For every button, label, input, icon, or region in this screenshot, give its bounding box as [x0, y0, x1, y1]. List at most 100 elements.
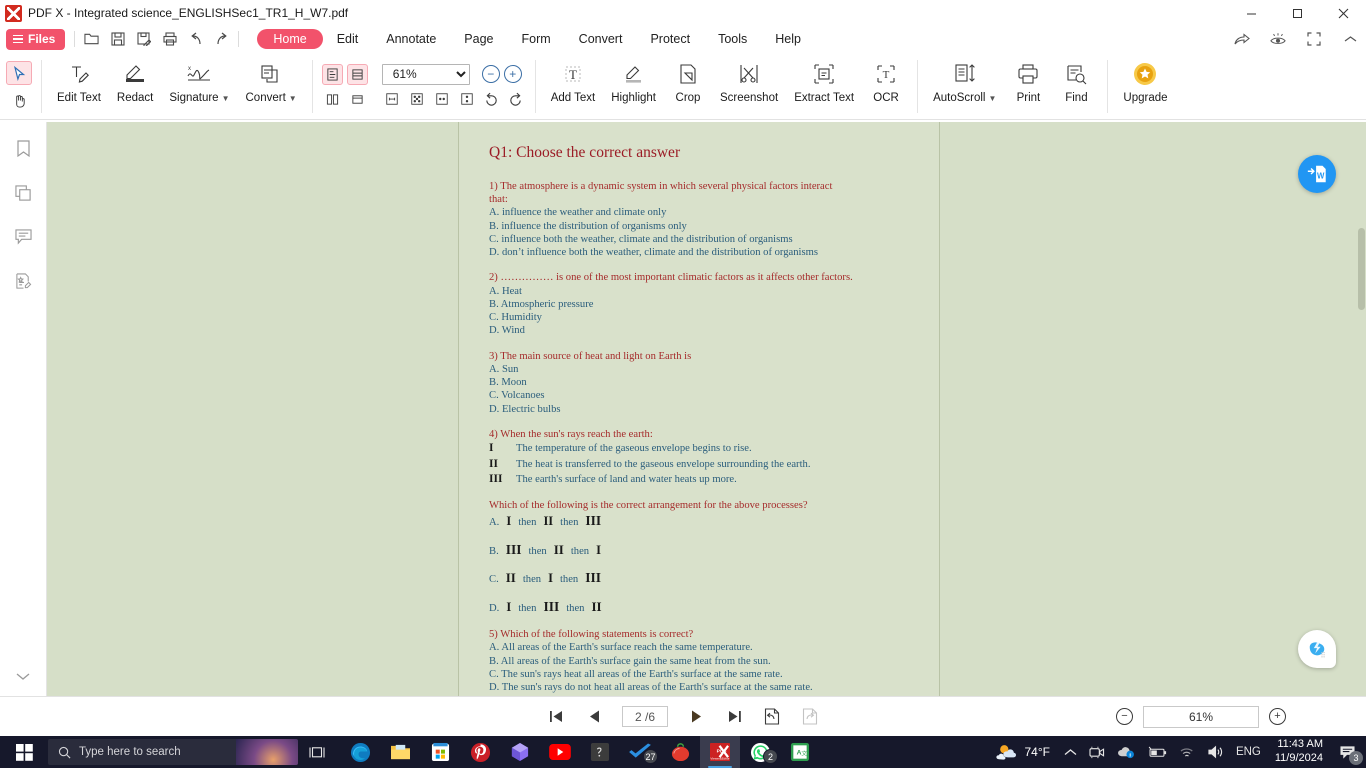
file-explorer-icon[interactable] [380, 736, 420, 768]
upgrade-button[interactable]: Upgrade [1115, 54, 1175, 119]
unknown-app-icon[interactable] [580, 736, 620, 768]
meet-now-icon[interactable] [1083, 736, 1111, 768]
open-icon[interactable] [84, 32, 99, 47]
menu-tools[interactable]: Tools [704, 29, 761, 49]
pomodoro-icon[interactable] [660, 736, 700, 768]
actual-size-icon[interactable] [432, 89, 453, 110]
menu-convert[interactable]: Convert [565, 29, 637, 49]
bookmarks-icon[interactable] [12, 138, 34, 160]
whatsapp-icon[interactable]: 2 [740, 736, 780, 768]
crop-button[interactable]: Crop [664, 54, 712, 119]
maximize-button[interactable] [1274, 0, 1320, 26]
menu-help[interactable]: Help [761, 29, 815, 49]
save-as-icon[interactable] [136, 32, 151, 47]
zoom-in-button-bottom[interactable]: + [1269, 708, 1286, 725]
expand-sidebar-icon[interactable] [16, 668, 30, 686]
single-page-icon[interactable] [321, 63, 343, 85]
edit-text-button[interactable]: Edit Text [49, 54, 109, 119]
page-thumbnails-icon[interactable] [12, 182, 34, 204]
fit-visible-icon[interactable] [457, 89, 478, 110]
battery-icon[interactable] [1141, 736, 1173, 768]
find-button[interactable]: Find [1052, 54, 1100, 119]
copilot-icon[interactable] [500, 736, 540, 768]
pdf-x-icon[interactable]: PDF Viewer&Editor [700, 736, 740, 768]
rotate-cw-icon[interactable] [482, 89, 502, 109]
add-text-button[interactable]: T Add Text [543, 54, 604, 119]
fit-width-icon[interactable] [407, 89, 428, 110]
print-button[interactable]: Print [1004, 54, 1052, 119]
language-indicator[interactable]: ENG [1230, 736, 1267, 768]
zoom-select[interactable]: 61% [381, 63, 470, 85]
print-icon[interactable] [162, 32, 177, 47]
menu-edit[interactable]: Edit [323, 29, 373, 49]
convert-to-word-fab[interactable]: W [1298, 155, 1336, 193]
redo-icon[interactable] [214, 32, 229, 47]
zoom-level-input[interactable]: 61% [1143, 705, 1259, 728]
dictionary-icon[interactable]: A文 [780, 736, 820, 768]
comments-icon[interactable] [12, 226, 34, 248]
clock[interactable]: 11:43 AM 11/9/2024 [1267, 738, 1331, 766]
highlight-button[interactable]: Highlight [603, 54, 664, 119]
todoist-icon[interactable]: 27 [620, 736, 660, 768]
undo-icon[interactable] [188, 32, 203, 47]
hand-pan-icon[interactable] [6, 88, 32, 112]
show-hidden-icons-icon[interactable] [1058, 736, 1083, 768]
navigate-forward-icon[interactable] [800, 707, 820, 727]
cursor-select-icon[interactable] [6, 61, 32, 85]
continuous-scroll-icon[interactable] [346, 63, 368, 85]
fit-page-icon[interactable] [382, 89, 403, 110]
collapse-ribbon-icon[interactable] [1342, 31, 1358, 47]
search-input[interactable]: Type here to search [48, 739, 298, 765]
notifications-button[interactable]: 3 [1331, 736, 1364, 768]
extract-text-button[interactable]: Extract Text [786, 54, 862, 119]
autoscroll-button[interactable]: AutoScroll ▼ [925, 54, 1004, 119]
fullscreen-icon[interactable] [1306, 31, 1322, 47]
menu-annotate[interactable]: Annotate [372, 29, 450, 49]
menu-home[interactable]: Home [257, 29, 323, 49]
first-page-icon[interactable] [546, 707, 566, 727]
signature-button[interactable]: x Signature ▼ [161, 54, 237, 119]
edge-icon[interactable] [340, 736, 380, 768]
weather-widget[interactable]: 74°F [988, 743, 1057, 761]
volume-icon[interactable] [1201, 736, 1230, 768]
menu-page[interactable]: Page [450, 29, 507, 49]
scrollbar-thumb[interactable] [1358, 228, 1365, 310]
notifications-badge: 3 [1349, 751, 1363, 765]
minimize-button[interactable] [1228, 0, 1274, 26]
navigate-back-icon[interactable] [762, 707, 782, 727]
last-page-icon[interactable] [724, 707, 744, 727]
ai-assistant-fab[interactable] [1298, 630, 1336, 668]
files-button[interactable]: Files [6, 28, 66, 50]
vertical-scrollbar[interactable] [1357, 122, 1366, 696]
microsoft-store-icon[interactable] [420, 736, 460, 768]
ocr-button[interactable]: T OCR [862, 54, 910, 119]
option-a-seq-3: III [585, 512, 602, 528]
rotate-ccw-icon[interactable] [506, 89, 526, 109]
close-button[interactable] [1320, 0, 1366, 26]
windows-start-icon[interactable] [0, 736, 48, 768]
read-mode-icon[interactable] [1270, 31, 1286, 47]
screenshot-button[interactable]: Screenshot [712, 54, 786, 119]
wifi-icon[interactable] [1173, 736, 1201, 768]
previous-page-icon[interactable] [584, 707, 604, 727]
two-page-icon[interactable] [322, 89, 343, 110]
next-page-icon[interactable] [686, 707, 706, 727]
zoom-in-button[interactable]: + [503, 65, 522, 83]
pinterest-icon[interactable] [460, 736, 500, 768]
zoom-out-button[interactable]: − [481, 65, 500, 83]
task-view-icon[interactable] [298, 736, 336, 768]
document-scroll-area[interactable]: Q1: Choose the correct answer 1) The atm… [47, 122, 1366, 696]
convert-button[interactable]: Convert ▼ [238, 54, 305, 119]
attachments-icon[interactable] [12, 270, 34, 292]
onedrive-icon[interactable]: i [1111, 736, 1141, 768]
book-view-icon[interactable] [347, 89, 368, 110]
share-icon[interactable] [1234, 31, 1250, 47]
save-icon[interactable] [110, 32, 125, 47]
redact-button[interactable]: Redact [109, 54, 161, 119]
youtube-icon[interactable] [540, 736, 580, 768]
menu-protect[interactable]: Protect [636, 29, 704, 49]
zoom-out-button-bottom[interactable]: − [1116, 708, 1133, 725]
menu-form[interactable]: Form [508, 29, 565, 49]
page-number-input[interactable]: 2 /6 [622, 706, 668, 727]
question-5-option-d: D. The sun's rays do not heat all areas … [489, 682, 813, 694]
